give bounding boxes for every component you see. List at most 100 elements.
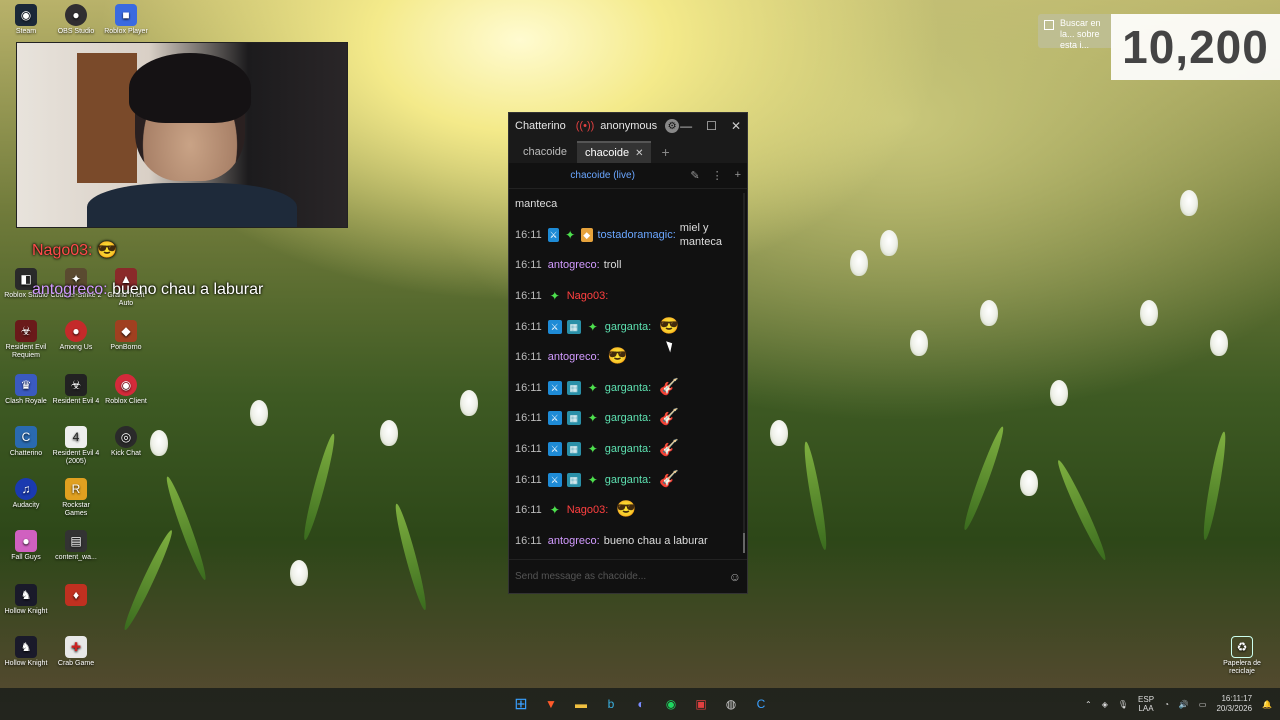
message-list[interactable]: manteca 16:11 ⚔ ✦ ◆ tostadoramagic: miel y man… <box>509 189 747 561</box>
sub-badge-icon[interactable]: ▦ <box>566 319 581 334</box>
game-icon[interactable]: ▣ <box>690 693 712 715</box>
message-username[interactable]: garganta: <box>605 473 651 487</box>
tab-close-icon[interactable]: ✕ <box>635 148 643 159</box>
vip-badge-icon[interactable]: ✦ <box>586 442 600 456</box>
desktop-icon-steam[interactable]: ◉ Steam <box>0 4 52 36</box>
message-username[interactable]: Nago03: <box>567 503 609 517</box>
desktop-icon-clash-royale[interactable]: ♛ Clash Royale <box>0 374 52 406</box>
mod-badge-icon[interactable]: ⚔ <box>547 472 562 487</box>
mod-badge-icon[interactable]: ⚔ <box>547 411 562 426</box>
sub-badge-icon[interactable]: ▦ <box>566 411 581 426</box>
desktop-icon-chatterino[interactable]: C Chatterino <box>0 426 52 458</box>
chat-message[interactable]: manteca <box>515 189 741 220</box>
message-username[interactable]: antogreco: <box>548 534 600 548</box>
message-username[interactable]: garganta: <box>605 411 651 425</box>
chat-message[interactable]: 16:11 antogreco: troll <box>515 250 741 281</box>
window-titlebar[interactable]: Chatterino ((•)) anonymous ⚙ — ☐ ✕ <box>509 113 747 139</box>
chat-message[interactable]: 16:11 ⚔ ▦ ✦ garganta: 🎸 <box>515 403 741 434</box>
message-username[interactable]: antogreco: <box>548 258 600 272</box>
maximize-icon[interactable]: ☐ <box>706 119 717 133</box>
broadcast-icon[interactable]: ((•)) <box>576 120 595 132</box>
chat-message[interactable]: 16:11 antogreco: 😎 <box>515 342 741 373</box>
desktop-icon-bb[interactable]: ♦ <box>50 584 102 608</box>
chatterino-icon[interactable]: C <box>750 693 772 715</box>
close-icon[interactable]: ✕ <box>731 119 741 133</box>
windows-start-icon[interactable]: ⊞ <box>510 693 532 715</box>
notification-icon[interactable]: 🔔 <box>1262 700 1272 709</box>
desktop-icon-fall-guys[interactable]: ● Fall Guys <box>0 530 52 562</box>
emote-icon[interactable]: 🎸 <box>659 379 679 395</box>
message-username[interactable]: garganta: <box>605 320 651 334</box>
moderation-icon[interactable]: ✎ <box>690 169 699 182</box>
emote-icon[interactable]: 🎸 <box>659 410 679 426</box>
desktop-icon-audacity[interactable]: ♫ Audacity <box>0 478 52 510</box>
desktop-icon-obs[interactable]: ● OBS Studio <box>50 4 102 36</box>
vip-badge-icon[interactable]: ✦ <box>548 289 562 303</box>
message-input[interactable]: Send message as chacoide... <box>515 571 729 582</box>
desktop-icon-roblox-client[interactable]: ◉ Roblox Client <box>100 374 152 406</box>
desktop-icon-recycle-bin[interactable]: ♻ Papelera de reciclaje <box>1214 636 1270 676</box>
vip-badge-icon[interactable]: ✦ <box>586 381 600 395</box>
message-username[interactable]: Nago03: <box>567 289 609 303</box>
volume-icon[interactable]: 🔊 <box>1179 700 1189 709</box>
chat-message[interactable]: 16:11 ⚔ ▦ ✦ garganta: 😎 <box>515 311 741 342</box>
mod-badge-icon[interactable]: ⚔ <box>547 227 560 242</box>
account-switcher[interactable]: anonymous <box>600 120 657 132</box>
emote-icon[interactable]: 🎸 <box>659 471 679 487</box>
desktop-icon-re4[interactable]: ☣ Resident Evil 4 <box>50 374 102 406</box>
emote-icon[interactable]: 😎 <box>616 502 636 518</box>
tab-chacoide-1[interactable]: chacoide <box>515 141 575 163</box>
chat-message[interactable]: 16:11 ⚔ ✦ ◆ tostadoramagic: miel y manteca <box>515 220 741 251</box>
chat-message[interactable]: 16:11 ⚔ ▦ ✦ garganta: 🎸 <box>515 373 741 404</box>
obs-icon[interactable]: ◍ <box>720 693 742 715</box>
language-indicator[interactable]: ESP LAA <box>1138 695 1154 713</box>
vip-badge-icon[interactable]: ✦ <box>586 411 600 425</box>
gift-badge-icon[interactable]: ◆ <box>580 227 593 242</box>
channel-header[interactable]: chacoide (live) <box>515 170 690 181</box>
mod-badge-icon[interactable]: ⚔ <box>547 442 562 457</box>
wifi-icon[interactable]: ◔ <box>1164 700 1169 709</box>
vip-badge-icon[interactable]: ✦ <box>548 503 562 517</box>
chat-message[interactable]: 16:11 ⚔ ▦ ✦ garganta: 🎸 <box>515 464 741 495</box>
message-username[interactable]: antogreco: <box>548 350 600 364</box>
mod-badge-icon[interactable]: ⚔ <box>547 380 562 395</box>
emoji-icon[interactable]: ☺ <box>729 570 741 584</box>
vip-badge-icon[interactable]: ✦ <box>564 228 576 242</box>
tab-chacoide-2[interactable]: chacoide ✕ <box>577 141 652 163</box>
search-hint-widget[interactable]: Buscar en la... sobre esta i... <box>1038 14 1114 50</box>
vip-badge-icon[interactable]: ✦ <box>586 473 600 487</box>
desktop-icon-kick-chat[interactable]: ◎ Kick Chat <box>100 426 152 458</box>
add-split-icon[interactable]: + <box>735 169 741 182</box>
bing-icon[interactable]: b <box>600 693 622 715</box>
desktop-icon-crab-game[interactable]: ✚ Crab Game <box>50 636 102 668</box>
sub-badge-icon[interactable]: ▦ <box>566 442 581 457</box>
more-options-icon[interactable]: ⋮ <box>712 169 723 182</box>
gear-icon[interactable]: ⚙ <box>665 119 680 133</box>
chat-message[interactable]: 16:11 antogreco: bueno chau a laburar <box>515 526 741 557</box>
desktop-icon-re4-2005[interactable]: 4 Resident Evil 4 (2005) <box>50 426 102 466</box>
brave-icon[interactable]: ▼ <box>540 693 562 715</box>
desktop-icon-ponborno[interactable]: ◆ PonBorno <box>100 320 152 352</box>
scrollbar-thumb[interactable] <box>743 533 745 553</box>
clock[interactable]: 16:11:17 20/3/2026 <box>1216 694 1252 714</box>
scrollbar[interactable] <box>743 193 745 553</box>
desktop-icon-hollow-knight-1[interactable]: ♞ Hollow Knight <box>0 584 52 616</box>
vip-badge-icon[interactable]: ✦ <box>586 320 600 334</box>
mod-badge-icon[interactable]: ⚔ <box>547 319 562 334</box>
chat-message[interactable]: 16:11 ✦ Nago03: 😎 <box>515 495 741 526</box>
desktop-icon-among-us[interactable]: ● Among Us <box>50 320 102 352</box>
emote-icon[interactable]: 🎸 <box>659 441 679 457</box>
message-username[interactable]: garganta: <box>605 442 651 456</box>
desktop-icon-re-requiem[interactable]: ☣ Resident Evil Requiem <box>0 320 52 360</box>
network-icon[interactable]: ◈ <box>1102 700 1108 709</box>
desktop-icon-roblox-player[interactable]: ■ Roblox Player <box>100 4 152 36</box>
chat-message[interactable]: 16:11 ⚔ ▦ ✦ garganta: 🎸 <box>515 434 741 465</box>
emote-icon[interactable]: 😎 <box>608 349 628 365</box>
spotify-icon[interactable]: ◉ <box>660 693 682 715</box>
message-username[interactable]: garganta: <box>605 381 651 395</box>
battery-icon[interactable]: ▭ <box>1199 700 1207 709</box>
chat-message[interactable]: 16:11 ✦ Nago03: <box>515 281 741 312</box>
add-tab-icon[interactable]: + <box>653 141 677 163</box>
minimize-icon[interactable]: — <box>680 119 692 133</box>
desktop-icon-hollow-knight-2[interactable]: ♞ Hollow Knight <box>0 636 52 668</box>
